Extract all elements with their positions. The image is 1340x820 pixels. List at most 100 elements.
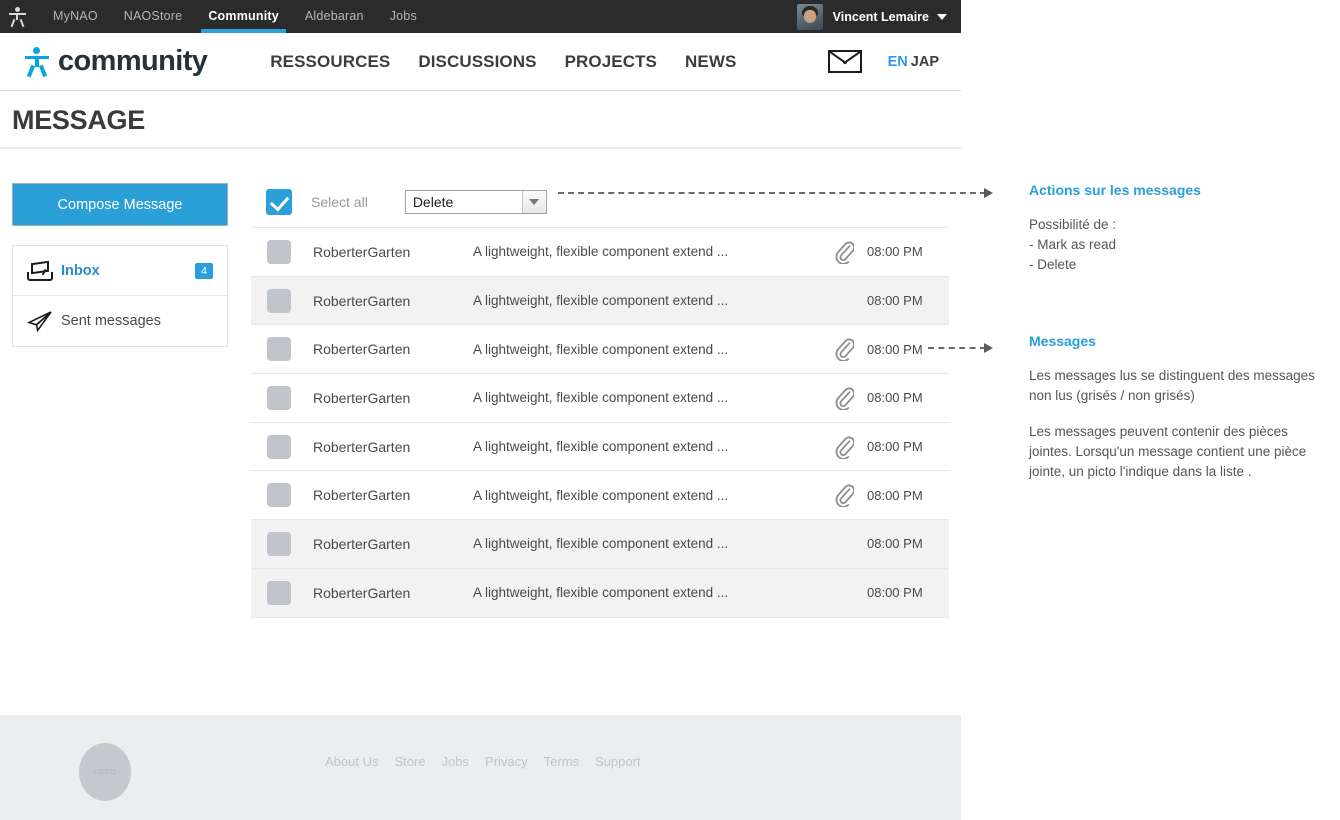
nav-discussions[interactable]: DISCUSSIONS	[404, 52, 550, 72]
annotation-title: Actions sur les messages	[1029, 182, 1201, 198]
nav-ressources[interactable]: RESSOURCES	[256, 52, 404, 72]
table-row[interactable]: RoberterGarten A lightweight, flexible co…	[251, 228, 949, 277]
paperclip-icon	[821, 240, 867, 264]
footer-logo-placeholder: LOGO	[79, 743, 131, 801]
topnav-item-mynao[interactable]: MyNAO	[40, 0, 111, 33]
site-header: community RESSOURCES DISCUSSIONS PROJECT…	[0, 33, 961, 91]
chevron-down-icon[interactable]	[937, 13, 947, 20]
sidebar-item-inbox[interactable]: Inbox 4	[13, 246, 227, 296]
community-robot-icon	[25, 46, 49, 77]
table-row[interactable]: RoberterGarten A lightweight, flexible co…	[251, 471, 949, 521]
message-sender: RoberterGarten	[313, 438, 411, 455]
site-nav: RESSOURCES DISCUSSIONS PROJECTS NEWS	[256, 52, 750, 72]
table-row[interactable]: RoberterGarten A lightweight, flexible co…	[251, 422, 949, 472]
nao-robot-icon[interactable]	[0, 6, 34, 27]
message-subject: A lightweight, flexible component extend…	[473, 487, 729, 503]
paperclip-icon	[821, 386, 867, 410]
paperclip-icon	[821, 337, 867, 362]
sidebar-item-sent-messages[interactable]: Sent messages	[13, 296, 227, 346]
message-subject: A lightweight, flexible component extend…	[473, 293, 729, 309]
annotation-arrow-messages	[928, 343, 993, 353]
message-sender: RoberterGarten	[313, 584, 411, 601]
message-time: 08:00 PM	[867, 536, 923, 552]
message-time: 08:00 PM	[867, 390, 923, 406]
topnav-item-community[interactable]: Community	[195, 0, 292, 33]
message-subject: A lightweight, flexible component extend…	[473, 244, 729, 260]
topnav-label: Community	[208, 9, 279, 23]
folder-list: Inbox 4 Sent messages	[12, 245, 228, 347]
user-menu[interactable]: Vincent Lemaire	[796, 0, 947, 33]
message-sender: RoberterGarten	[313, 487, 411, 504]
message-time: 08:00 PM	[867, 585, 923, 601]
row-checkbox[interactable]	[267, 385, 291, 410]
message-sender: RoberterGarten	[313, 243, 411, 260]
footer-link-privacy[interactable]: Privacy	[485, 754, 528, 769]
topnav-label: NAOStore	[123, 9, 183, 23]
table-row[interactable]: RoberterGarten A lightweight, flexible co…	[251, 374, 949, 423]
select-all-checkbox[interactable]	[266, 189, 292, 215]
page-title: MESSAGE	[12, 105, 145, 135]
message-subject: A lightweight, flexible component extend…	[473, 585, 729, 601]
message-time: 08:00 PM	[867, 439, 923, 455]
message-toolbar: Select all Delete	[251, 183, 949, 221]
brand-logo[interactable]: community	[25, 45, 208, 78]
annotation-body-secondary: Les messages peuvent contenir des pièces…	[1029, 424, 1307, 479]
topnav-item-jobs[interactable]: Jobs	[377, 0, 430, 33]
row-checkbox[interactable]	[267, 483, 291, 508]
footer-link-jobs[interactable]: Jobs	[442, 754, 469, 769]
nav-projects[interactable]: PROJECTS	[551, 52, 671, 72]
footer-link-support[interactable]: Support	[595, 754, 641, 769]
topnav-label: Aldebaran	[304, 9, 364, 23]
message-sender: RoberterGarten	[313, 535, 411, 552]
global-nav: MyNAO NAOStore Community Aldebaran Jobs	[40, 0, 430, 33]
compose-message-button[interactable]: Compose Message	[12, 183, 228, 226]
inbox-icon	[27, 260, 61, 281]
footer-link-about-us[interactable]: About Us	[325, 754, 378, 769]
message-time: 08:00 PM	[867, 341, 923, 357]
footer-link-terms[interactable]: Terms	[544, 754, 579, 769]
topnav-label: Jobs	[389, 9, 417, 23]
inbox-unread-badge: 4	[195, 262, 213, 279]
lang-jap[interactable]: JAP	[911, 54, 939, 70]
paper-plane-icon	[27, 310, 61, 332]
table-row[interactable]: RoberterGarten A lightweight, flexible co…	[251, 325, 949, 375]
annotation-arrow-actions	[558, 188, 993, 198]
table-row[interactable]: RoberterGarten A lightweight, flexible co…	[251, 276, 949, 326]
message-sender: RoberterGarten	[313, 389, 411, 406]
row-checkbox[interactable]	[267, 288, 291, 313]
message-sidebar: Compose Message Inbox 4 Sent messages	[12, 183, 228, 347]
annotation-body: Les messages lus se distinguent des mess…	[1029, 368, 1315, 403]
row-checkbox[interactable]	[267, 531, 291, 556]
row-checkbox[interactable]	[267, 580, 291, 605]
annotation-actions: Actions sur les messages Possibilité de …	[1029, 182, 1329, 275]
envelope-icon[interactable]	[827, 50, 862, 73]
site-footer: LOGO About Us Store Jobs Privacy Terms S…	[0, 715, 961, 820]
row-checkbox[interactable]	[267, 239, 291, 264]
message-subject: A lightweight, flexible component extend…	[473, 536, 729, 552]
message-subject: A lightweight, flexible component extend…	[473, 390, 729, 406]
topnav-item-aldebaran[interactable]: Aldebaran	[292, 0, 377, 33]
sidebar-item-label: Inbox	[61, 262, 100, 279]
table-row[interactable]: RoberterGarten A lightweight, flexible co…	[251, 568, 949, 618]
select-all-label: Select all	[311, 194, 368, 210]
brand-text: community	[58, 45, 208, 77]
footer-link-store[interactable]: Store	[394, 754, 425, 769]
annotation-messages: Messages Les messages lus se distinguent…	[1029, 333, 1329, 482]
language-switcher: EN JAP	[888, 54, 939, 70]
message-time: 08:00 PM	[867, 487, 923, 503]
page-title-bar: MESSAGE	[0, 92, 961, 149]
topnav-item-naostore[interactable]: NAOStore	[111, 0, 196, 33]
nav-news[interactable]: NEWS	[671, 52, 750, 72]
message-list: RoberterGarten A lightweight, flexible co…	[251, 227, 949, 618]
row-checkbox[interactable]	[267, 434, 291, 459]
avatar	[796, 3, 823, 30]
bulk-action-select[interactable]: Delete	[404, 190, 547, 214]
row-checkbox[interactable]	[267, 337, 291, 362]
user-name: Vincent Lemaire	[832, 9, 929, 24]
message-time: 08:00 PM	[867, 293, 923, 309]
table-row[interactable]: RoberterGarten A lightweight, flexible co…	[251, 520, 949, 569]
lang-en[interactable]: EN	[888, 54, 908, 70]
header-actions: EN JAP	[827, 50, 939, 73]
chevron-down-icon[interactable]	[521, 191, 546, 213]
compose-label: Compose Message	[57, 196, 183, 213]
